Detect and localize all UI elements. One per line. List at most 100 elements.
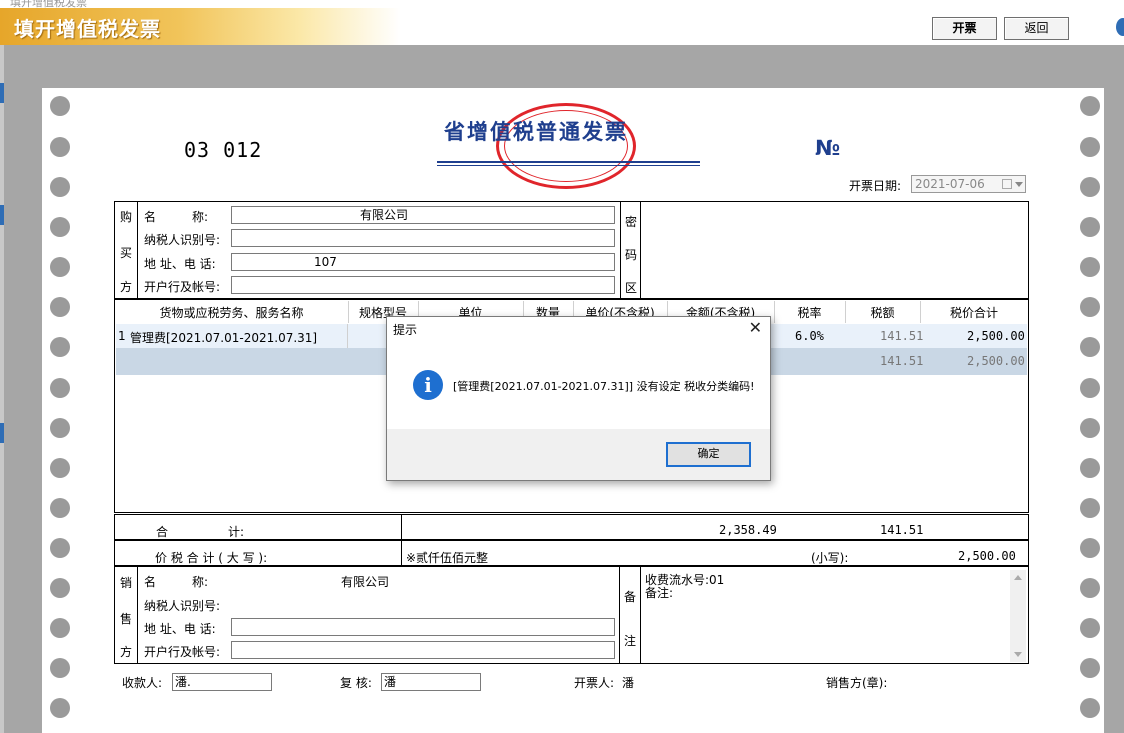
sprocket-hole (1080, 137, 1100, 157)
edge-tick (0, 205, 4, 225)
cipher-area-char: 密 (625, 215, 638, 229)
sprocket-hole (50, 257, 70, 277)
tax-amount-cell: 141.51 (880, 354, 924, 368)
sprocket-hole (1080, 378, 1100, 398)
sprocket-hole (50, 458, 70, 478)
seller-address-input[interactable] (231, 618, 615, 636)
buyer-taxid-label: 纳税人识别号: (144, 233, 221, 247)
buyer-bank-label: 开户行及帐号: (144, 280, 221, 294)
sprocket-hole (50, 658, 70, 678)
divider (620, 201, 621, 299)
sprocket-hole (50, 498, 70, 518)
remark-char: 注 (624, 634, 637, 648)
alert-dialog[interactable]: 提示 ✕ i [管理费[2021.07.01-2021.07.31]] 没有设定… (386, 316, 771, 481)
scroll-down-icon[interactable] (1014, 652, 1022, 657)
remark-char: 备 (624, 590, 637, 604)
total-cell[interactable]: 2,500.00 (967, 354, 1025, 368)
seller-name-value: 有限公司 (341, 575, 390, 589)
divider (640, 201, 641, 299)
dialog-title: 提示 (393, 323, 418, 337)
buyer-section-char: 买 (120, 246, 133, 260)
divider (137, 566, 138, 664)
seller-section-char: 销 (120, 576, 133, 590)
seller-taxid-label: 纳税人识别号: (144, 599, 221, 613)
buyer-address-input[interactable]: 107 (231, 253, 615, 271)
column-header: 货物或应税劳务、服务名称 (159, 306, 304, 320)
sprocket-hole (50, 297, 70, 317)
sprocket-hole (50, 538, 70, 558)
remark-scrollbar[interactable] (1010, 570, 1026, 662)
sprocket-hole (50, 618, 70, 638)
item-name-cell[interactable]: 管理费[2021.07.01-2021.07.31] (130, 329, 317, 346)
sprocket-hole (1080, 618, 1100, 638)
column-header: 税价合计 (949, 306, 998, 320)
row-index: 1 (118, 329, 126, 343)
title-banner: 填开增值税发票 (0, 8, 400, 45)
buyer-section-char: 购 (120, 210, 133, 224)
title-underline (437, 161, 700, 163)
buyer-taxid-input[interactable] (231, 229, 615, 247)
small-total-value: 2,500.00 (958, 549, 1016, 563)
divider (619, 566, 620, 664)
sprocket-hole (50, 337, 70, 357)
total-cell[interactable]: 2,500.00 (967, 329, 1025, 343)
back-button[interactable]: 返回 (1004, 17, 1069, 40)
sprocket-hole (1080, 96, 1100, 116)
reviewer-input[interactable]: 潘 (381, 673, 481, 691)
sprocket-hole (50, 378, 70, 398)
sprocket-hole (50, 578, 70, 598)
remark-note[interactable]: 备注: (645, 584, 673, 601)
dialog-message: [管理费[2021.07.01-2021.07.31]] 没有设定 税收分类编码… (453, 380, 755, 393)
seller-name-label: 名 称: (144, 575, 209, 589)
dialog-footer: 确定 (387, 429, 770, 480)
buyer-address-label: 地 址、电 话: (144, 257, 216, 271)
chevron-down-icon[interactable] (1015, 182, 1023, 187)
small-total-label: (小写): (811, 551, 849, 565)
sum-tax: 141.51 (880, 523, 924, 537)
close-icon[interactable]: ✕ (749, 318, 762, 337)
invoice-number-label: № (815, 136, 841, 160)
sprocket-hole (1080, 217, 1100, 237)
seller-seal-label: 销售方(章): (826, 676, 888, 690)
drawer-label: 开票人: (574, 676, 615, 690)
invoice-code: 03 012 (184, 138, 263, 162)
scroll-up-icon[interactable] (1014, 575, 1022, 580)
issue-invoice-button[interactable]: 开票 (932, 17, 997, 40)
seller-bank-input[interactable] (231, 641, 615, 659)
tax-rate-cell[interactable]: 6.0% (795, 329, 824, 343)
invoice-title: 省增值税普通发票 (444, 116, 628, 146)
edge-tick (0, 83, 4, 103)
sprocket-hole (50, 137, 70, 157)
seller-bank-label: 开户行及帐号: (144, 645, 221, 659)
capital-total-label: 价 税 合 计 ( 大 写 ): (155, 551, 268, 565)
column-header: 税额 (870, 306, 895, 320)
calendar-icon[interactable] (1002, 179, 1012, 189)
payee-input[interactable]: 潘. (172, 673, 272, 691)
buyer-section-char: 方 (120, 280, 133, 294)
invoice-title-text: 省增值税普通发票 (444, 119, 628, 144)
drawer-value: 潘 (622, 676, 635, 690)
buyer-bank-input[interactable] (231, 276, 615, 294)
capital-total-value: ※贰仟伍佰元整 (406, 551, 489, 565)
ok-button[interactable]: 确定 (666, 442, 751, 467)
seller-section-char: 售 (120, 612, 133, 626)
sprocket-hole (50, 418, 70, 438)
sprocket-hole (1080, 337, 1100, 357)
sprocket-hole (1080, 257, 1100, 277)
help-icon[interactable] (1116, 18, 1124, 36)
sprocket-hole (1080, 177, 1100, 197)
issue-date-picker[interactable]: 2021-07-06 (911, 175, 1026, 193)
divider (137, 201, 138, 299)
sprocket-hole (1080, 458, 1100, 478)
buyer-name-input[interactable]: 有限公司 (231, 206, 615, 224)
issue-date-label: 开票日期: (849, 179, 902, 193)
sprocket-hole (50, 217, 70, 237)
sprocket-hole (1080, 658, 1100, 678)
info-icon: i (413, 370, 443, 400)
sprocket-hole (50, 177, 70, 197)
sprocket-hole (1080, 297, 1100, 317)
divider (640, 566, 641, 664)
sum-label: 合 计: (156, 525, 245, 539)
sprocket-hole (50, 698, 70, 718)
tax-amount-cell: 141.51 (880, 329, 924, 343)
